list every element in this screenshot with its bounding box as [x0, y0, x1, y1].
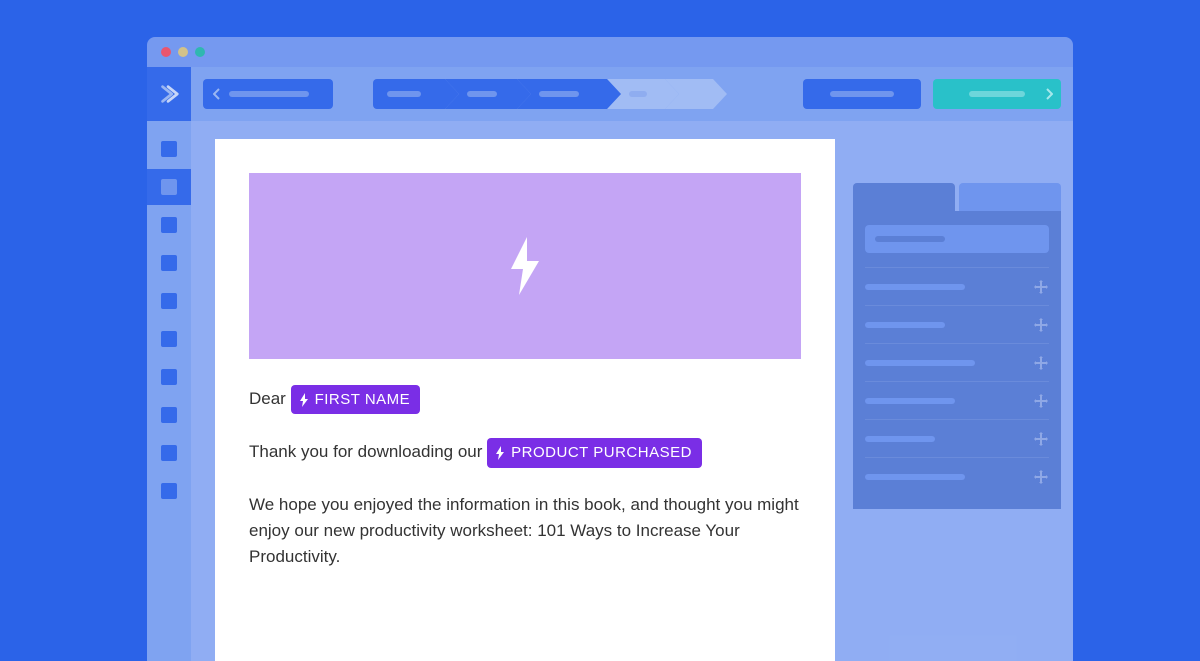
properties-panel [853, 183, 1061, 661]
move-icon [1033, 317, 1049, 333]
minimize-icon[interactable] [178, 47, 188, 57]
panel-row-6[interactable] [865, 457, 1049, 495]
toolbar-button-primary[interactable] [803, 79, 921, 109]
sidebar-item-9[interactable] [161, 445, 177, 461]
step-1[interactable] [373, 79, 445, 109]
panel-row-2[interactable] [865, 305, 1049, 343]
move-icon [1033, 355, 1049, 371]
app-window: Dear FIRST NAME Thank you for downloadin… [147, 37, 1073, 661]
email-line-2: Thank you for downloading our PRODUCT PU… [249, 438, 801, 467]
sidebar-item-2-active[interactable] [147, 169, 191, 205]
merge-tag-label: PRODUCT PURCHASED [511, 441, 692, 464]
panel-tab-2[interactable] [959, 183, 1061, 211]
back-button[interactable] [203, 79, 333, 109]
sidebar [147, 121, 191, 661]
panel-tab-1[interactable] [853, 183, 955, 211]
email-hero-block[interactable] [249, 173, 801, 359]
sidebar-item-5[interactable] [161, 293, 177, 309]
sidebar-item-3[interactable] [161, 217, 177, 233]
chevron-right-icon [1045, 88, 1053, 100]
move-icon [1033, 279, 1049, 295]
toolbar [147, 67, 1073, 121]
maximize-icon[interactable] [195, 47, 205, 57]
move-icon [1033, 431, 1049, 447]
sidebar-item-8[interactable] [161, 407, 177, 423]
panel-row-4[interactable] [865, 381, 1049, 419]
merge-tag-label: FIRST NAME [315, 388, 411, 411]
chevron-left-icon [213, 88, 221, 100]
app-logo[interactable] [147, 67, 191, 121]
line2-text: Thank you for downloading our [249, 442, 482, 461]
editor-canvas: Dear FIRST NAME Thank you for downloadin… [191, 121, 1073, 661]
panel-body [853, 211, 1061, 509]
step-breadcrumb [373, 79, 713, 109]
move-icon [1033, 393, 1049, 409]
email-paragraph: We hope you enjoyed the information in t… [249, 492, 801, 571]
email-greeting-line: Dear FIRST NAME [249, 385, 801, 414]
chevron-right-logo-icon [158, 83, 180, 105]
panel-select[interactable] [865, 225, 1049, 253]
sidebar-item-1[interactable] [161, 141, 177, 157]
lightning-icon [299, 393, 309, 407]
greeting-text: Dear [249, 389, 286, 408]
window-title-bar [147, 37, 1073, 67]
email-preview: Dear FIRST NAME Thank you for downloadin… [215, 139, 835, 661]
sidebar-item-4[interactable] [161, 255, 177, 271]
merge-tag-product[interactable]: PRODUCT PURCHASED [487, 438, 702, 467]
move-icon [1033, 469, 1049, 485]
lightning-icon [503, 237, 547, 295]
sidebar-item-7[interactable] [161, 369, 177, 385]
panel-row-5[interactable] [865, 419, 1049, 457]
content-area: Dear FIRST NAME Thank you for downloadin… [147, 121, 1073, 661]
lightning-icon [495, 446, 505, 460]
panel-row-1[interactable] [865, 267, 1049, 305]
merge-tag-first-name[interactable]: FIRST NAME [291, 385, 421, 414]
sidebar-item-6[interactable] [161, 331, 177, 347]
panel-row-3[interactable] [865, 343, 1049, 381]
close-icon[interactable] [161, 47, 171, 57]
sidebar-item-10[interactable] [161, 483, 177, 499]
email-body: Dear FIRST NAME Thank you for downloadin… [249, 359, 801, 571]
panel-tabs [853, 183, 1061, 211]
toolbar-button-next[interactable] [933, 79, 1061, 109]
